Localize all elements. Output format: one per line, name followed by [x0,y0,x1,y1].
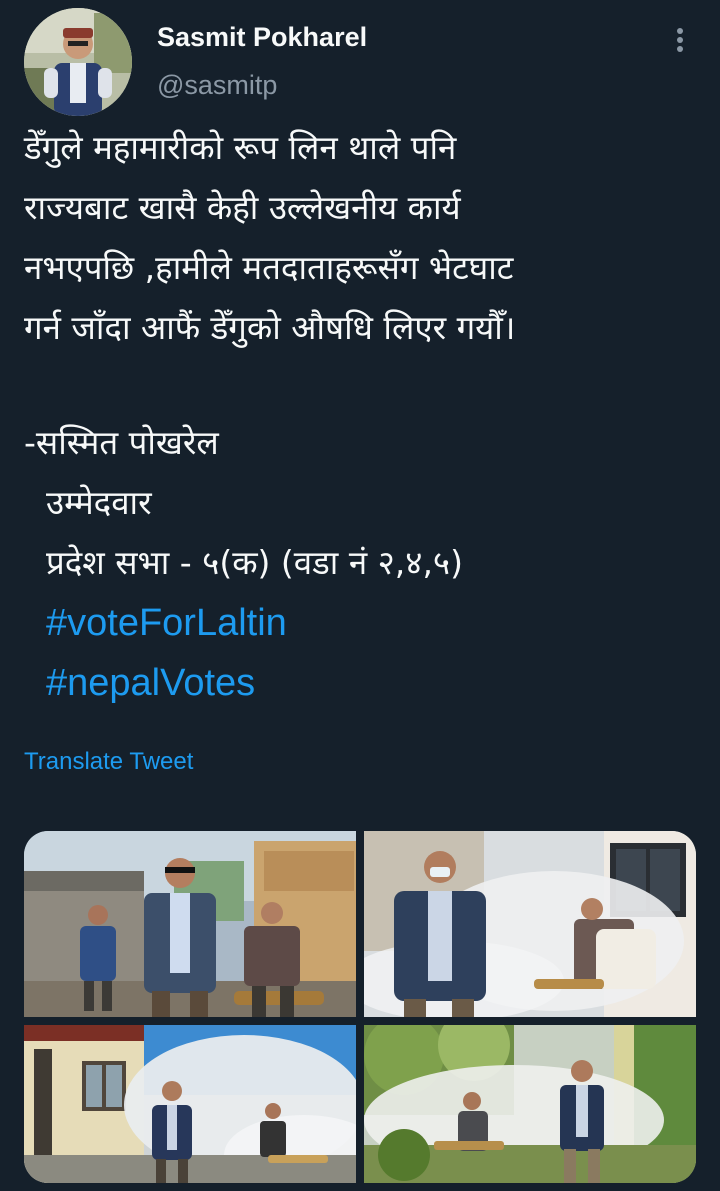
translate-tweet-link[interactable]: Translate Tweet [24,748,193,776]
more-vertical-icon[interactable] [664,24,696,56]
tweet-text-line: राज्यबाट खासै केही उल्लेखनीय कार्य [24,188,461,227]
tweet-signature: -सस्मित पोखरेल [24,423,219,462]
author-display-name[interactable]: Sasmit Pokharel [157,22,367,53]
tweet-text-line: गर्न जाँदा आफैं डेँगुको औषधि लिएर गयौँ। [24,308,516,347]
tweet-photo[interactable] [364,1025,696,1183]
tweet-photo[interactable] [364,831,696,1017]
hashtag-link[interactable]: #nepalVotes [46,662,255,704]
tweet-text-line: नभएपछि ,हामीले मतदाताहरूसँग भेटघाट [24,248,514,287]
tweet-role: उम्मेदवार [46,483,152,522]
tweet-text: डेँगुले महामारीको रूप लिन थाले पनि राज्य… [24,118,696,713]
tweet-constituency: प्रदेश सभा - ५(क) (वडा नं २,४,५) [46,543,463,582]
tweet-text-line: डेँगुले महामारीको रूप लिन थाले पनि [24,128,457,167]
author-handle[interactable]: @sasmitp [157,70,277,101]
avatar[interactable] [24,8,132,116]
tweet-photo[interactable] [24,831,356,1017]
tweet-photo[interactable] [24,1025,356,1183]
media-grid [24,831,696,1183]
tweet-card: Sasmit Pokharel @sasmitp डेँगुले महामारी… [0,0,720,1191]
hashtag-link[interactable]: #voteForLaltin [46,602,287,644]
